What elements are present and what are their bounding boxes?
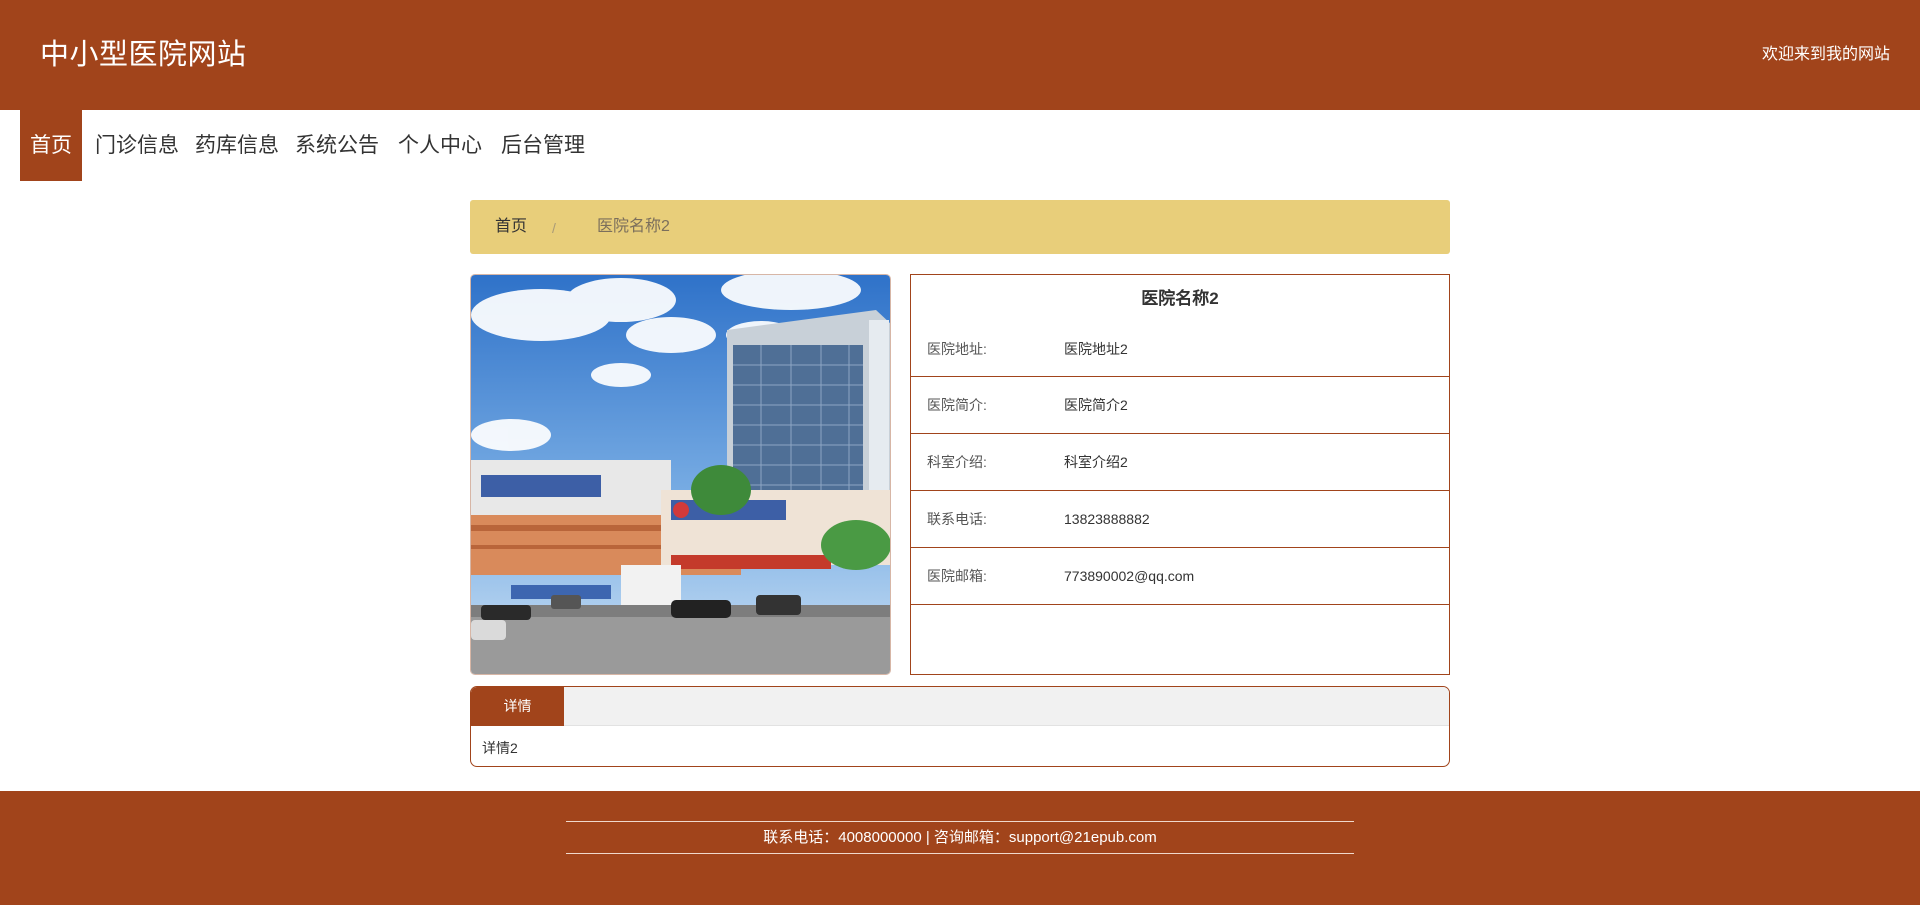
footer-divider-top [566, 821, 1354, 822]
info-row-departments: 科室介绍: 科室介绍2 [911, 434, 1449, 491]
site-title[interactable]: 中小型医院网站 [40, 36, 247, 74]
welcome-text: 欢迎来到我的网站 [1761, 46, 1890, 63]
info-row-address: 医院地址: 医院地址2 [911, 275, 1449, 377]
tab-details[interactable]: 详情 [471, 687, 564, 726]
breadcrumb-current: 医院名称2 [597, 218, 670, 235]
departments-label: 科室介绍: [927, 454, 987, 470]
info-row-intro: 医院简介: 医院简介2 [911, 377, 1449, 434]
details-content: 详情2 [482, 740, 518, 756]
hospital-info-panel: 医院名称2 医院地址: 医院地址2 医院简介: 医院简介2 科室介绍: 科室介绍… [910, 274, 1450, 675]
footer-contact-text: 联系电话：4008000000 | 咨询邮箱：support@21epub.co… [763, 829, 1157, 846]
nav-item-outpatient[interactable]: 门诊信息 [95, 110, 179, 181]
details-tab-bar: 详情 [471, 687, 1449, 726]
details-panel: 详情 详情2 [470, 686, 1450, 767]
nav-item-announcements[interactable]: 系统公告 [295, 110, 379, 181]
nav-item-pharmacy[interactable]: 药库信息 [195, 110, 279, 181]
hospital-photo [470, 274, 891, 675]
phone-label: 联系电话: [927, 511, 987, 527]
intro-value: 医院简介2 [1064, 397, 1128, 413]
nav-item-admin[interactable]: 后台管理 [501, 110, 585, 181]
info-row-phone: 联系电话: 13823888882 [911, 491, 1449, 548]
breadcrumb: 首页 / 医院名称2 [470, 200, 1450, 254]
email-value: 773890002@qq.com [1064, 568, 1195, 584]
phone-value: 13823888882 [1064, 511, 1150, 527]
main-nav: 首页 门诊信息 药库信息 系统公告 个人中心 后台管理 [0, 110, 1920, 182]
footer-divider-bottom [566, 853, 1354, 854]
address-value: 医院地址2 [1064, 340, 1128, 357]
nav-item-personal-center[interactable]: 个人中心 [398, 110, 482, 181]
breadcrumb-home-link[interactable]: 首页 [495, 216, 527, 238]
address-label: 医院地址: [927, 340, 987, 357]
site-footer: 联系电话：4008000000 | 咨询邮箱：support@21epub.co… [0, 791, 1920, 905]
email-label: 医院邮箱: [927, 568, 987, 584]
info-row-email: 医院邮箱: 773890002@qq.com [911, 548, 1449, 605]
intro-label: 医院简介: [927, 397, 987, 413]
nav-item-home[interactable]: 首页 [20, 110, 82, 181]
site-header: 中小型医院网站 欢迎来到我的网站 [0, 0, 1920, 110]
hospital-building-image [471, 275, 890, 674]
departments-value: 科室介绍2 [1064, 454, 1128, 470]
breadcrumb-separator: / [552, 220, 556, 236]
